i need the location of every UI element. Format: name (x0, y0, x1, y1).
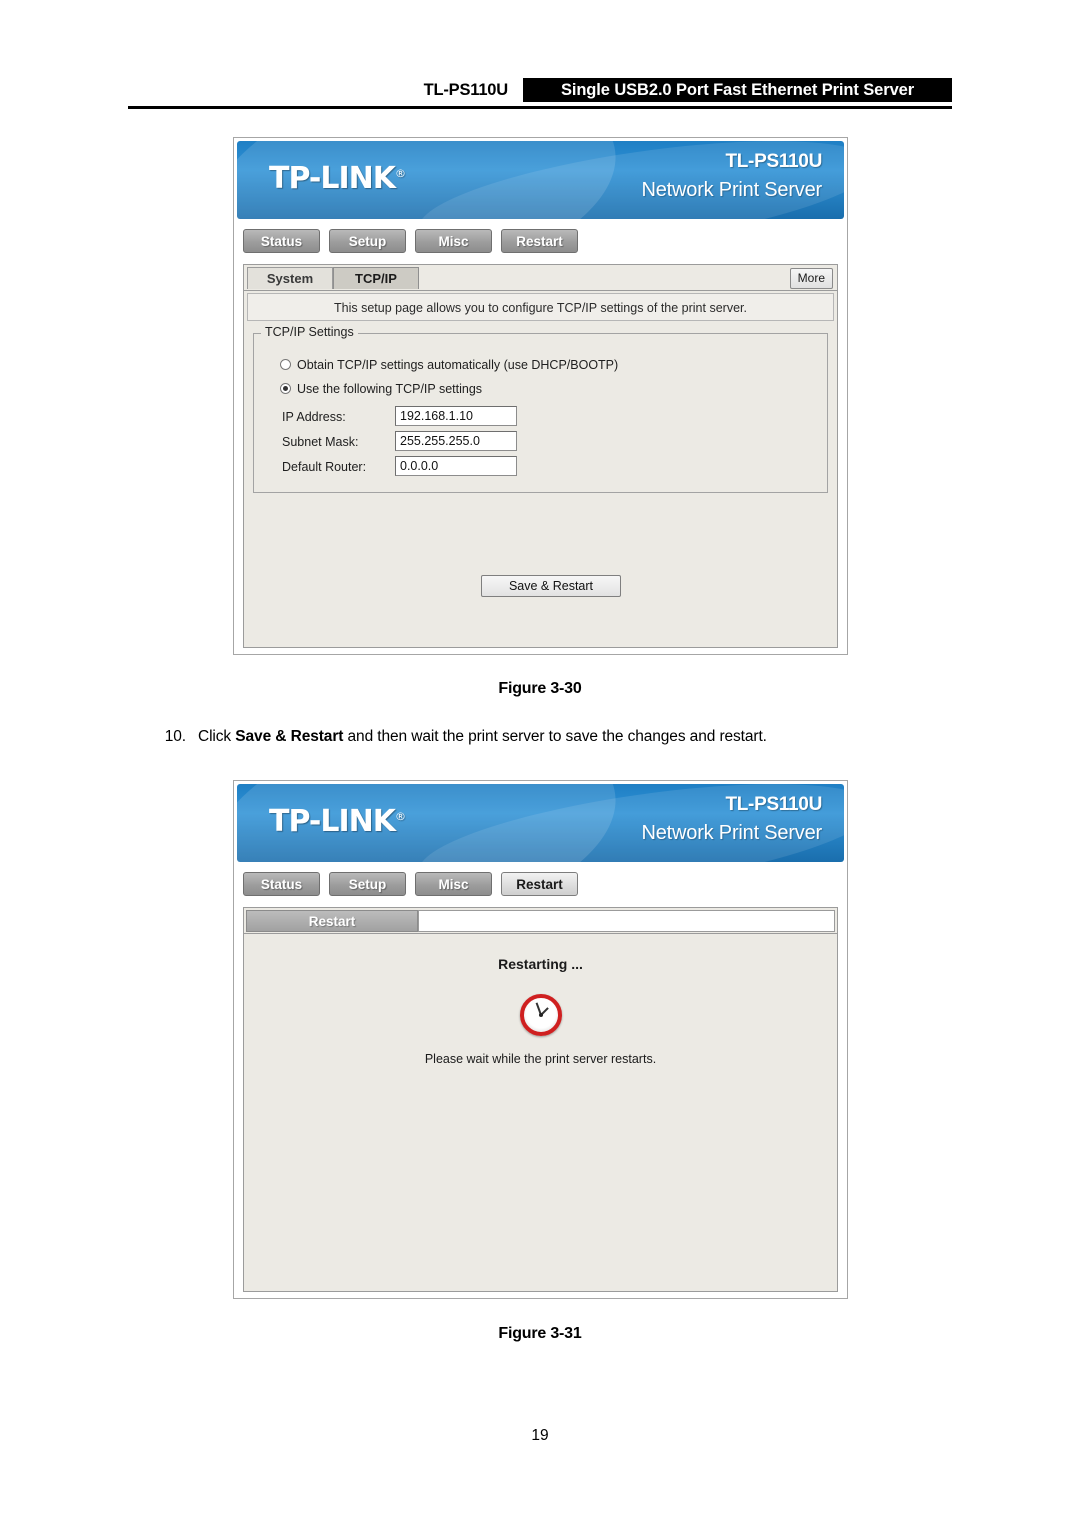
step-text-bold: Save & Restart (235, 728, 344, 745)
tab-status[interactable]: Status (243, 229, 320, 253)
subtab-system[interactable]: System (247, 267, 333, 289)
tab-setup-2[interactable]: Setup (329, 872, 406, 896)
radio-obtain-auto-icon[interactable] (280, 359, 291, 370)
restart-panel: Restart Restarting ... Please wait while… (243, 907, 838, 1292)
tab-status-2[interactable]: Status (243, 872, 320, 896)
banner-model: TL-PS110U (725, 151, 822, 172)
restart-message: Please wait while the print server resta… (424, 1052, 657, 1066)
step-10: 10. Click Save & Restart and then wait t… (152, 728, 952, 746)
label-default-router: Default Router: (282, 460, 367, 474)
tab-misc-2[interactable]: Misc (415, 872, 492, 896)
product-banner-2: TP-LINK® TL-PS110U Network Print Server (237, 784, 844, 862)
page-number: 19 (531, 1427, 549, 1444)
label-subnet-mask: Subnet Mask: (282, 435, 359, 449)
tplink-logo-text: TP-LINK (269, 161, 396, 196)
tab-setup[interactable]: Setup (329, 229, 406, 253)
tab-restart-2[interactable]: Restart (501, 872, 578, 896)
restarting-title: Restarting ... (498, 956, 583, 972)
radio-row-auto[interactable]: Obtain TCP/IP settings automatically (us… (280, 358, 618, 372)
clock-wrapper (244, 994, 837, 1041)
banner-subtitle: Network Print Server (641, 179, 823, 201)
restart-tab-filler (418, 910, 835, 932)
panel-description: This setup page allows you to configure … (247, 293, 834, 321)
input-subnet-mask[interactable]: 255.255.255.0 (395, 431, 517, 451)
clock-center-pin (538, 1013, 543, 1017)
setup-panel: System TCP/IP More This setup page allow… (243, 264, 838, 648)
tcpip-settings-fieldset: TCP/IP Settings Obtain TCP/IP settings a… (253, 325, 828, 493)
figure-restarting: TP-LINK® TL-PS110U Network Print Server … (233, 780, 848, 1299)
label-ip-address: IP Address: (282, 410, 346, 424)
tplink-logo-2: TP-LINK® (269, 804, 406, 839)
tab-restart[interactable]: Restart (501, 229, 578, 253)
registered-trademark-icon-2: ® (395, 810, 406, 823)
radio-obtain-auto-label: Obtain TCP/IP settings automatically (us… (297, 358, 619, 372)
figure-2-caption: Figure 3-31 (498, 1325, 582, 1342)
product-banner: TP-LINK® TL-PS110U Network Print Server (237, 141, 844, 219)
header-title: Single USB2.0 Port Fast Ethernet Print S… (523, 78, 952, 102)
radio-row-manual[interactable]: Use the following TCP/IP settings (280, 382, 482, 396)
step-text: Click Save & Restart and then wait the p… (198, 728, 952, 746)
main-nav-tabs-2: Status Setup Misc Restart (237, 870, 844, 906)
tplink-logo-text-2: TP-LINK (269, 804, 396, 839)
main-nav-tabs: Status Setup Misc Restart (237, 227, 844, 263)
fieldset-legend: TCP/IP Settings (261, 325, 358, 339)
radio-use-following-icon[interactable] (280, 383, 291, 394)
tplink-logo: TP-LINK® (269, 161, 406, 196)
more-button[interactable]: More (789, 268, 833, 289)
step-text-before: Click (198, 728, 236, 745)
header-divider (128, 106, 952, 109)
restart-tab-row: Restart (244, 908, 837, 934)
radio-use-following-label: Use the following TCP/IP settings (297, 382, 483, 396)
registered-trademark-icon: ® (395, 167, 406, 180)
clock-icon (519, 994, 562, 1036)
save-and-restart-button[interactable]: Save & Restart (481, 575, 621, 597)
step-number: 10. (164, 728, 186, 745)
figure-1-caption: Figure 3-30 (498, 680, 582, 697)
sub-tab-row: System TCP/IP More (244, 265, 837, 291)
page-header: TL-PS110U Single USB2.0 Port Fast Ethern… (128, 78, 952, 104)
subtab-restart[interactable]: Restart (246, 910, 418, 932)
banner-subtitle-2: Network Print Server (641, 822, 823, 844)
figure-tcpip-setup: TP-LINK® TL-PS110U Network Print Server … (233, 137, 848, 655)
tab-misc[interactable]: Misc (415, 229, 492, 253)
input-ip-address[interactable]: 192.168.1.10 (395, 406, 517, 426)
subtab-tcpip[interactable]: TCP/IP (333, 267, 419, 289)
header-model: TL-PS110U (423, 81, 509, 99)
step-text-after: and then wait the print server to save t… (343, 728, 767, 745)
input-default-router[interactable]: 0.0.0.0 (395, 456, 517, 476)
banner-model-2: TL-PS110U (725, 794, 822, 815)
